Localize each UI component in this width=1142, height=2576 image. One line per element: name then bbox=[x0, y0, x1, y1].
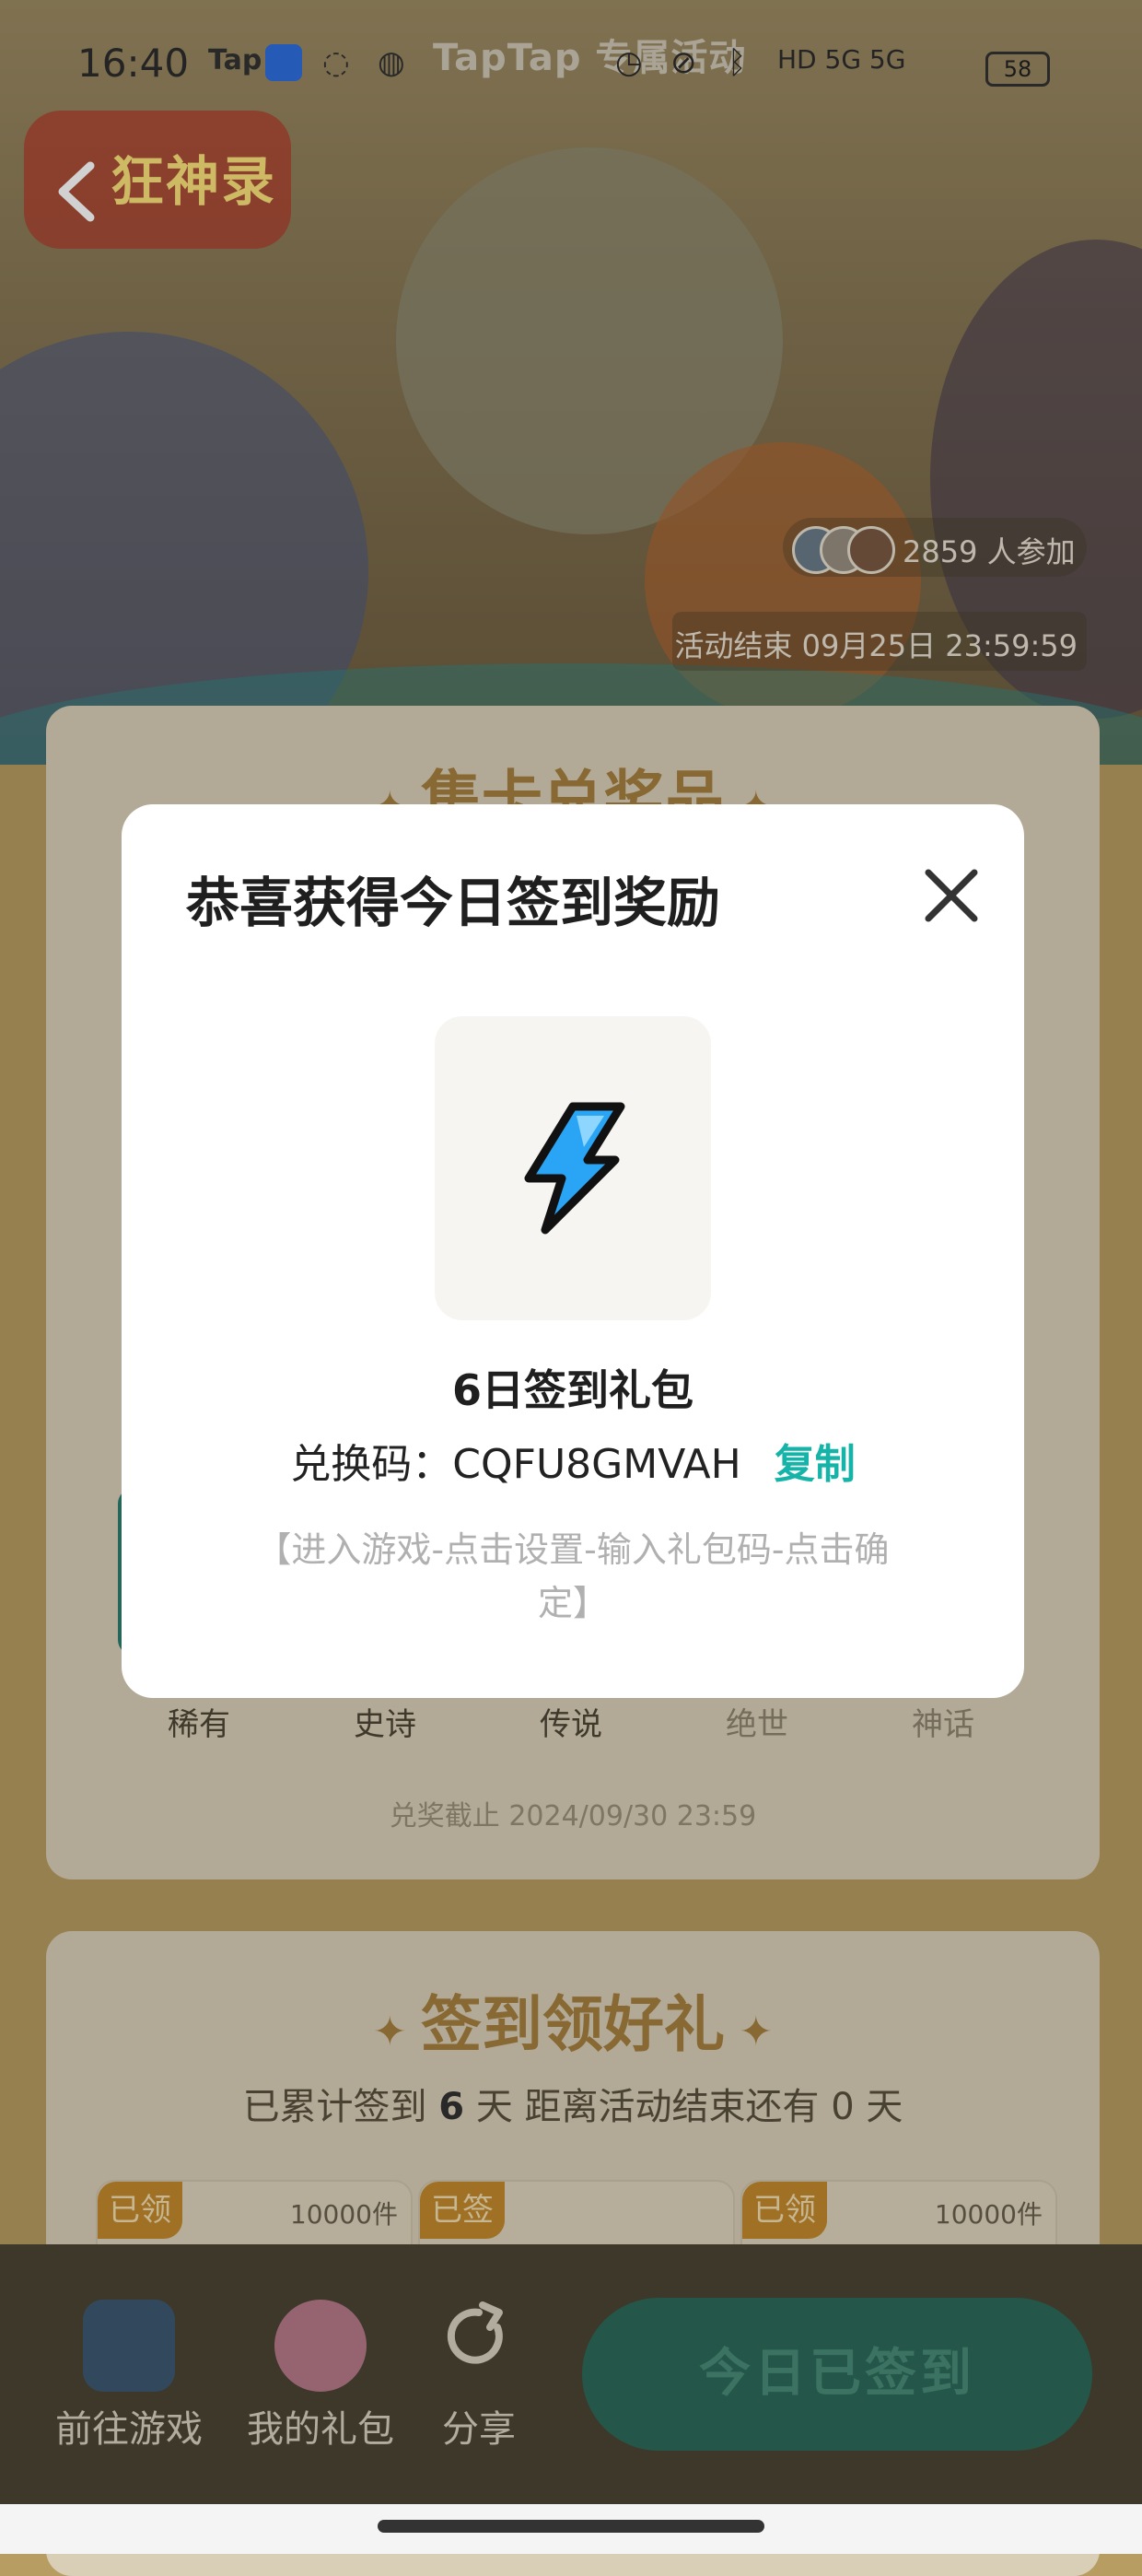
home-indicator[interactable] bbox=[378, 2520, 764, 2533]
close-icon bbox=[925, 869, 978, 922]
redeem-instructions: 【进入游戏-点击设置-输入礼包码-点击确定】 bbox=[256, 1529, 890, 1623]
lightning-bolt-icon bbox=[524, 1102, 625, 1235]
reward-dialog: 恭喜获得今日签到奖励 6日签到礼包 兑换码：CQFU8GMVAH 复制 【进入游戏… bbox=[122, 804, 1024, 1698]
redeem-code-row: 兑换码：CQFU8GMVAH 复制 bbox=[122, 1431, 1024, 1490]
gift-name: 6日签到礼包 bbox=[451, 1365, 693, 1415]
code-value[interactable]: CQFU8GMVAH bbox=[452, 1441, 740, 1488]
dialog-title: 恭喜获得今日签到奖励 bbox=[186, 872, 721, 934]
copy-button[interactable]: 复制 bbox=[775, 1441, 856, 1488]
gift-image-tile bbox=[435, 1016, 711, 1320]
close-button[interactable] bbox=[919, 863, 984, 928]
code-label: 兑换码： bbox=[290, 1441, 453, 1488]
